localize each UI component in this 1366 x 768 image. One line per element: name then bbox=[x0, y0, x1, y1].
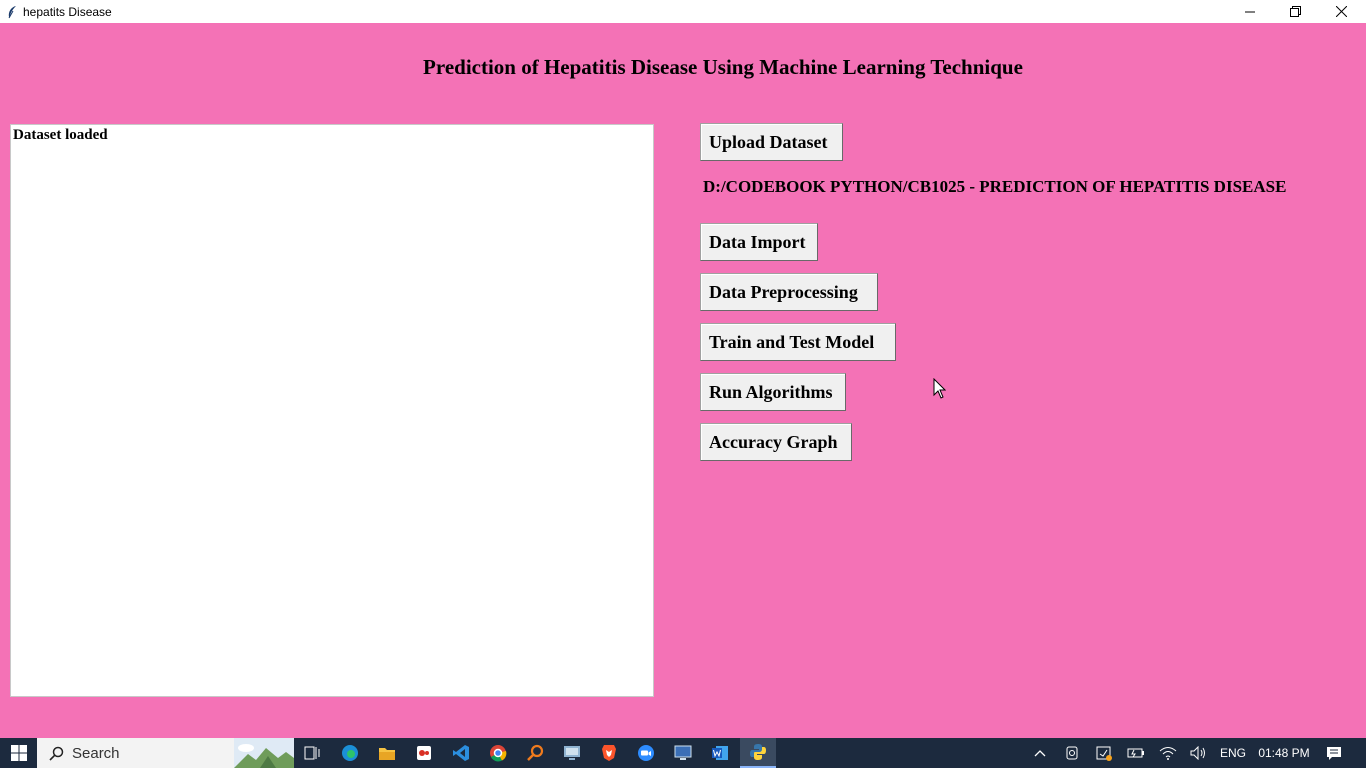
chrome-icon bbox=[490, 745, 507, 762]
taskbar-python[interactable] bbox=[740, 738, 776, 768]
volume-icon bbox=[1190, 746, 1205, 760]
taskbar-zoom[interactable] bbox=[628, 738, 664, 768]
notification-icon bbox=[1327, 746, 1341, 760]
accuracy-graph-button[interactable]: Accuracy Graph bbox=[700, 423, 852, 461]
taskbar: Search ENG 01:48 PM bbox=[0, 738, 1366, 768]
window-title: hepatits Disease bbox=[23, 4, 112, 19]
file-explorer-icon bbox=[379, 747, 395, 760]
windows-icon bbox=[10, 745, 27, 761]
restore-button[interactable] bbox=[1272, 0, 1318, 23]
taskbar-edge[interactable] bbox=[332, 738, 368, 768]
word-icon bbox=[712, 746, 728, 760]
restore-icon bbox=[1289, 6, 1301, 17]
close-button[interactable] bbox=[1318, 0, 1364, 23]
tray-battery[interactable] bbox=[1124, 738, 1148, 768]
minimize-button[interactable] bbox=[1227, 0, 1273, 23]
mouse-cursor-icon bbox=[933, 377, 947, 404]
start-button[interactable] bbox=[0, 738, 37, 768]
tray-meet-now[interactable] bbox=[1060, 738, 1084, 768]
dataset-path-label: D:/CODEBOOK PYTHON/CB1025 - PREDICTION O… bbox=[703, 177, 1287, 196]
train-test-model-button[interactable]: Train and Test Model bbox=[700, 323, 896, 361]
tray-volume[interactable] bbox=[1187, 738, 1211, 768]
taskbar-app-red[interactable] bbox=[406, 738, 442, 768]
feather-icon bbox=[0, 0, 23, 23]
wifi-icon bbox=[1159, 747, 1177, 760]
search-placeholder: Search bbox=[72, 744, 120, 762]
taskbar-screen-app[interactable] bbox=[665, 738, 701, 768]
taskbar-search-app[interactable] bbox=[517, 738, 553, 768]
run-algorithms-button[interactable]: Run Algorithms bbox=[700, 373, 846, 411]
tray-security[interactable] bbox=[1092, 738, 1116, 768]
security-icon bbox=[1096, 746, 1112, 761]
output-text-area[interactable]: Dataset loaded bbox=[10, 124, 654, 697]
data-import-button[interactable]: Data Import bbox=[700, 223, 818, 261]
search-app-icon bbox=[527, 744, 544, 761]
tray-overflow-button[interactable] bbox=[1028, 738, 1052, 768]
taskbar-brave[interactable] bbox=[591, 738, 627, 768]
chevron-up-icon bbox=[1034, 750, 1046, 757]
vscode-icon bbox=[453, 745, 469, 761]
upload-dataset-button[interactable]: Upload Dataset bbox=[700, 123, 843, 161]
brave-icon bbox=[602, 745, 616, 761]
edge-icon bbox=[342, 745, 358, 761]
page-title: Prediction of Hepatitis Disease Using Ma… bbox=[423, 55, 1023, 79]
screen-app-icon bbox=[674, 745, 692, 760]
taskbar-search-box[interactable]: Search bbox=[37, 738, 294, 768]
remote-desktop-icon bbox=[564, 746, 580, 760]
camera-icon bbox=[1066, 746, 1078, 760]
task-view-icon bbox=[304, 746, 320, 760]
taskbar-remote-desktop[interactable] bbox=[554, 738, 590, 768]
taskbar-chrome[interactable] bbox=[480, 738, 516, 768]
taskbar-file-explorer[interactable] bbox=[369, 738, 405, 768]
app-red-icon bbox=[417, 746, 431, 760]
zoom-icon bbox=[638, 745, 654, 761]
task-view-button[interactable] bbox=[294, 738, 330, 768]
taskbar-vscode[interactable] bbox=[443, 738, 479, 768]
taskbar-word[interactable] bbox=[702, 738, 738, 768]
tray-notifications[interactable] bbox=[1320, 738, 1348, 768]
search-highlight-icon bbox=[234, 738, 294, 768]
tray-clock[interactable]: 01:48 PM bbox=[1252, 738, 1316, 768]
python-icon bbox=[750, 744, 766, 760]
search-icon bbox=[49, 746, 64, 761]
tray-language[interactable]: ENG bbox=[1216, 738, 1250, 768]
battery-icon bbox=[1127, 748, 1144, 758]
close-icon bbox=[1335, 6, 1347, 17]
tray-wifi[interactable] bbox=[1156, 738, 1180, 768]
minimize-icon bbox=[1245, 11, 1255, 12]
data-preprocessing-button[interactable]: Data Preprocessing bbox=[700, 273, 878, 311]
window-titlebar: hepatits Disease bbox=[0, 0, 1366, 23]
